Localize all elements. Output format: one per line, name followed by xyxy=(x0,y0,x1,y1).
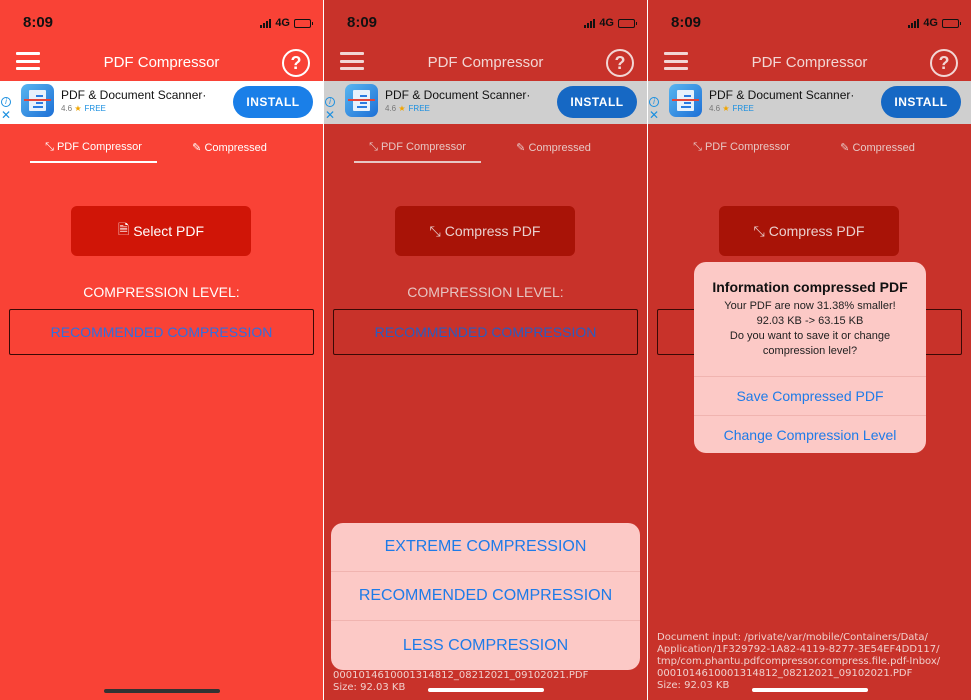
ad-price: FREE xyxy=(408,104,430,113)
ad-price: FREE xyxy=(732,104,754,113)
file-info: Document input: /private/var/mobile/Cont… xyxy=(657,632,941,691)
compression-level-label: COMPRESSION LEVEL: xyxy=(407,284,564,300)
compression-level-selector[interactable]: RECOMMENDED COMPRESSION xyxy=(333,309,638,355)
ad-rating: 4.6 xyxy=(61,104,73,113)
signal-icon xyxy=(260,18,272,28)
compression-action-sheet: EXTREME COMPRESSION RECOMMENDED COMPRESS… xyxy=(331,523,640,670)
nav-title: PDF Compressor xyxy=(751,54,868,71)
edit-icon: ✎ xyxy=(192,142,202,154)
ad-banner[interactable]: i ✕ PDF & Document Scanner· 4.6 ★ FREE IN… xyxy=(0,81,323,124)
battery-icon xyxy=(294,18,313,28)
option-extreme-compression[interactable]: EXTREME COMPRESSION xyxy=(331,523,640,572)
tab-pdf-compressor[interactable]: ⤡ PDF Compressor xyxy=(354,141,481,154)
compress-icon: ⤡ xyxy=(45,141,54,153)
compress-icon: ⤡ xyxy=(693,141,702,153)
alert-message: Your PDF are now 31.38% smaller! 92.03 K… xyxy=(724,300,896,357)
compress-icon: ⤡ xyxy=(429,222,441,239)
status-bar: 8:09 4G xyxy=(648,0,971,44)
install-button[interactable]: INSTALL xyxy=(881,86,961,118)
tab-compressed[interactable]: ✎ Compressed xyxy=(830,141,925,154)
compression-result-alert: Information compressed PDF Your PDF are … xyxy=(694,262,926,453)
edit-icon: ✎ xyxy=(840,142,850,154)
option-less-compression[interactable]: LESS COMPRESSION xyxy=(331,621,640,670)
file-name: 0001014610001314812_08212021_09102021.PD… xyxy=(333,670,589,681)
ad-title: PDF & Document Scanner· xyxy=(709,88,855,102)
ad-info-icon[interactable]: i xyxy=(1,97,11,107)
alert-title: Information compressed PDF xyxy=(712,279,908,295)
star-icon: ★ xyxy=(722,104,730,113)
tab-pdf-compressor[interactable]: ⤡ PDF Compressor xyxy=(30,141,157,154)
home-indicator xyxy=(428,688,544,692)
screen-compression-result: 8:09 4G PDF Compressor ? i ✕ PDF & Docum… xyxy=(648,0,971,700)
install-button[interactable]: INSTALL xyxy=(233,86,313,118)
screen-compression-options: 8:09 4G PDF Compressor ? i ✕ PDF & Docum… xyxy=(324,0,647,700)
ad-price: FREE xyxy=(84,104,106,113)
network-label: 4G xyxy=(275,17,290,29)
ad-app-logo xyxy=(345,84,378,117)
screen-select-pdf: 8:09 4G PDF Compressor ? i ✕ PDF & Docum… xyxy=(0,0,323,700)
tab-bar: ⤡ PDF Compressor ✎ Compressed xyxy=(324,136,647,166)
tab-bar: ⤡ PDF Compressor ✎ Compressed xyxy=(648,136,971,166)
ad-close-icon[interactable]: ✕ xyxy=(325,109,335,121)
ad-app-logo xyxy=(21,84,54,117)
compress-pdf-button[interactable]: ⤡ Compress PDF xyxy=(719,206,899,256)
help-icon[interactable]: ? xyxy=(282,49,310,77)
battery-icon xyxy=(618,18,637,28)
network-label: 4G xyxy=(923,17,938,29)
active-tab-indicator xyxy=(30,161,157,163)
signal-icon xyxy=(908,18,920,28)
save-compressed-pdf-button[interactable]: Save Compressed PDF xyxy=(694,376,926,414)
signal-icon xyxy=(584,18,596,28)
tab-compressed[interactable]: ✎ Compressed xyxy=(182,141,277,154)
ad-close-icon[interactable]: ✕ xyxy=(649,109,659,121)
status-time: 8:09 xyxy=(347,14,378,31)
ad-close-icon[interactable]: ✕ xyxy=(1,109,11,121)
nav-title: PDF Compressor xyxy=(427,54,544,71)
help-icon[interactable]: ? xyxy=(606,49,634,77)
install-button[interactable]: INSTALL xyxy=(557,86,637,118)
pdf-file-icon: 🗎 xyxy=(117,221,130,237)
ad-banner[interactable]: i ✕ PDF & Document Scanner· 4.6 ★ FREE IN… xyxy=(648,81,971,124)
ad-rating: 4.6 xyxy=(385,104,397,113)
ad-banner[interactable]: i ✕ PDF & Document Scanner· 4.6 ★ FREE IN… xyxy=(324,81,647,124)
select-pdf-button[interactable]: 🗎 Select PDF xyxy=(71,206,251,256)
nav-bar: PDF Compressor ? xyxy=(324,44,647,81)
status-time: 8:09 xyxy=(671,14,702,31)
compression-level-selector[interactable]: RECOMMENDED COMPRESSION xyxy=(9,309,314,355)
status-bar: 8:09 4G xyxy=(324,0,647,44)
tab-bar: ⤡ PDF Compressor ✎ Compressed xyxy=(0,136,323,166)
tab-compressed[interactable]: ✎ Compressed xyxy=(506,141,601,154)
active-tab-indicator xyxy=(354,161,481,163)
help-icon[interactable]: ? xyxy=(930,49,958,77)
compression-level-label: COMPRESSION LEVEL: xyxy=(83,284,240,300)
status-time: 8:09 xyxy=(23,14,54,31)
nav-bar: PDF Compressor ? xyxy=(0,44,323,81)
compress-icon: ⤡ xyxy=(753,222,765,239)
ad-app-logo xyxy=(669,84,702,117)
option-recommended-compression[interactable]: RECOMMENDED COMPRESSION xyxy=(331,572,640,621)
tab-pdf-compressor[interactable]: ⤡ PDF Compressor xyxy=(678,141,805,154)
network-label: 4G xyxy=(599,17,614,29)
compress-pdf-button[interactable]: ⤡ Compress PDF xyxy=(395,206,575,256)
status-bar: 8:09 4G xyxy=(0,0,323,44)
ad-title: PDF & Document Scanner· xyxy=(61,88,207,102)
ad-title: PDF & Document Scanner· xyxy=(385,88,531,102)
compress-icon: ⤡ xyxy=(369,141,378,153)
ad-rating: 4.6 xyxy=(709,104,721,113)
ad-info-icon[interactable]: i xyxy=(325,97,335,107)
home-indicator xyxy=(104,689,220,693)
nav-title: PDF Compressor xyxy=(103,54,220,71)
ad-info-icon[interactable]: i xyxy=(649,97,659,107)
home-indicator xyxy=(752,688,868,692)
file-name: 0001014610001314812_08212021_09102021.PD… xyxy=(657,668,913,679)
battery-icon xyxy=(942,18,961,28)
star-icon: ★ xyxy=(74,104,82,113)
change-compression-level-button[interactable]: Change Compression Level xyxy=(694,415,926,453)
star-icon: ★ xyxy=(398,104,406,113)
nav-bar: PDF Compressor ? xyxy=(648,44,971,81)
edit-icon: ✎ xyxy=(516,142,526,154)
